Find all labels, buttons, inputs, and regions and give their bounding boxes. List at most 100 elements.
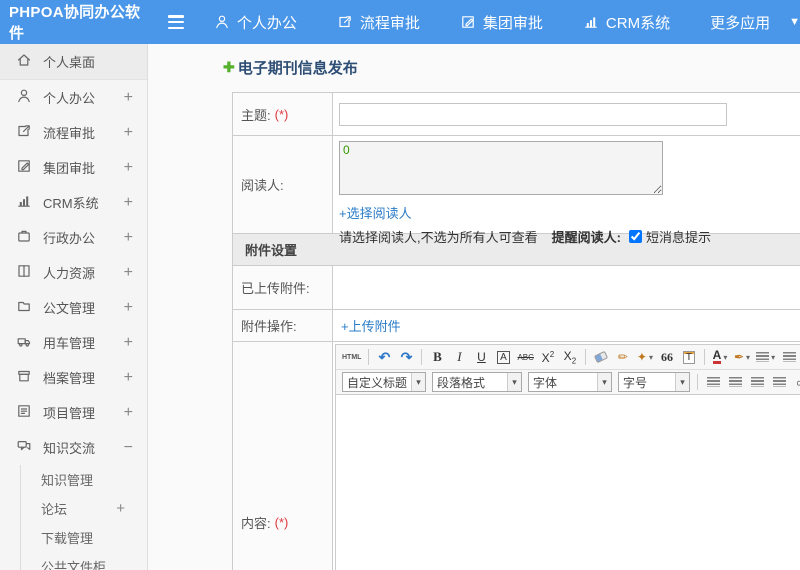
toolbar-superscript-button[interactable]: X2	[538, 347, 558, 368]
truck-icon	[16, 333, 32, 352]
expand-icon[interactable]: +	[124, 299, 133, 317]
expand-icon[interactable]: +	[124, 194, 133, 212]
toolbar-strikethrough-button[interactable]: ABC	[515, 347, 535, 368]
sidebar-subitem-15[interactable]: 下载管理	[21, 523, 147, 552]
sidebar-item-label: 公文管理	[43, 301, 96, 316]
toolbar-italic-button[interactable]: I	[449, 347, 469, 368]
readers-textarea[interactable]: 0	[339, 141, 663, 195]
sidebar-item-5[interactable]: CRM系统 +	[0, 185, 147, 220]
toolbar-bold-button[interactable]: B	[427, 347, 447, 368]
sidebar-item-7[interactable]: 人力资源 +	[0, 255, 147, 290]
toolbar-quick-format-button[interactable]: ✦ ▾	[635, 347, 655, 368]
font-family-select[interactable]: 字体 ▾	[528, 372, 612, 392]
sidebar-item-1[interactable]: 个人桌面	[0, 44, 147, 80]
toolbar-font-box-button[interactable]: A	[493, 347, 513, 368]
sidebar-item-11[interactable]: 项目管理 +	[0, 395, 147, 430]
briefcase-icon	[16, 228, 32, 247]
toolbar-undo-button[interactable]: ↶	[374, 347, 394, 368]
toolbar-unordered-list-button[interactable]	[779, 347, 799, 368]
readers-note: 请选择阅读人,不选为所有人可查看 提醒阅读人: 短消息提示	[339, 227, 800, 246]
readers-label: 阅读人:	[233, 136, 333, 233]
sidebar-subitem-16[interactable]: 公共文件柜	[21, 552, 147, 570]
uploaded-attachments-label: 已上传附件:	[233, 266, 333, 309]
sidebar-item-3[interactable]: 流程审批 +	[0, 115, 147, 150]
upload-attachment-link[interactable]: +上传附件	[341, 316, 401, 335]
select-label: 自定义标题	[347, 375, 408, 390]
publish-form: 主题: (*) 阅读人: 0 +选择阅读人 请选择阅读人,不选为所有人可查看 提…	[232, 92, 800, 570]
expand-icon[interactable]: +	[124, 159, 133, 177]
nav-item-2[interactable]: 流程审批	[337, 12, 420, 33]
sidebar-item-label: 行政办公	[43, 231, 96, 246]
toolbar-html-source-button[interactable]: HTML	[340, 347, 363, 368]
nav-item-3[interactable]: 集团审批	[460, 12, 543, 33]
sidebar: 个人桌面 个人办公 + 流程审批 + 集团审批 + CRM系统 + 行政办公 + 人力资源 + 公文管理 +…	[0, 44, 148, 570]
expand-icon[interactable]: +	[124, 89, 133, 107]
attachment-ops-label: 附件操作:	[233, 310, 333, 341]
readers-row: 阅读人: 0 +选择阅读人 请选择阅读人,不选为所有人可查看 提醒阅读人: 短消…	[233, 136, 800, 245]
sidebar-item-4[interactable]: 集团审批 +	[0, 150, 147, 185]
home-icon	[16, 52, 32, 71]
sidebar-subitem-label: 公共文件柜	[41, 560, 107, 570]
choose-readers-link[interactable]: +选择阅读人	[339, 203, 800, 222]
expand-icon[interactable]: +	[124, 334, 133, 352]
font-size-select[interactable]: 字号 ▾	[618, 372, 690, 392]
remind-readers-label: 提醒阅读人:	[551, 230, 621, 245]
toolbar-align-left-button[interactable]	[703, 372, 723, 393]
heading-select[interactable]: 自定义标题 ▾	[342, 372, 426, 392]
toolbar-highlight-pen-button[interactable]: ✒ ▾	[732, 347, 752, 368]
sidebar-item-6[interactable]: 行政办公 +	[0, 220, 147, 255]
toolbar-ordered-list-button[interactable]: ▾	[754, 347, 777, 368]
menu-toggle-icon[interactable]	[168, 15, 184, 29]
sidebar-item-10[interactable]: 档案管理 +	[0, 360, 147, 395]
sms-checkbox[interactable]	[628, 230, 642, 243]
sidebar-subitem-13[interactable]: 知识管理	[21, 465, 147, 494]
sidebar-item-2[interactable]: 个人办公 +	[0, 80, 147, 115]
editor-content-area[interactable]	[336, 395, 800, 570]
toolbar-redo-button[interactable]: ↷	[396, 347, 416, 368]
nav-item-5[interactable]: 更多应用 ▼	[710, 12, 800, 33]
toolbar-format-brush-button[interactable]: ✏	[613, 347, 633, 368]
expand-icon[interactable]: +	[124, 404, 133, 422]
sidebar-item-label: 人力资源	[43, 266, 96, 281]
toolbar-paste-text-button[interactable]: T	[679, 347, 699, 368]
toolbar-eraser-button[interactable]	[591, 347, 611, 368]
expand-icon[interactable]: +	[124, 264, 133, 282]
chevron-down-icon: ▾	[597, 373, 611, 391]
sidebar-item-8[interactable]: 公文管理 +	[0, 290, 147, 325]
toolbar-underline-button[interactable]: U	[471, 347, 491, 368]
expand-icon[interactable]: +	[124, 124, 133, 142]
app-logo: PHPOA协同办公软件	[9, 4, 141, 42]
toolbar-align-right-button[interactable]	[747, 372, 767, 393]
paragraph-select[interactable]: 段落格式 ▾	[432, 372, 522, 392]
required-mark: (*)	[274, 514, 289, 530]
sidebar-item-label: 档案管理	[43, 371, 96, 386]
subject-row: 主题: (*)	[233, 93, 800, 136]
toolbar-separator	[421, 349, 423, 365]
chart-icon	[16, 193, 32, 212]
toolbar-justify-button[interactable]	[769, 372, 789, 393]
subject-input[interactable]	[339, 102, 727, 126]
rich-text-editor: HTML ↶ ↷ B I U A ABC X2 X2 ✏ ✦ ▾ 66 T A ▾ ✒ ▾ ▾ 自定义标题 ▾ 段落格式 ▾…	[335, 344, 800, 570]
sidebar-item-12[interactable]: 知识交流 −	[0, 430, 147, 465]
doc-icon	[16, 298, 32, 317]
toolbar-align-center-button[interactable]	[725, 372, 745, 393]
toolbar-blockquote-button[interactable]: 66	[657, 347, 677, 368]
sidebar-item-label: 集团审批	[43, 161, 96, 176]
toolbar-link-button[interactable]: ∞	[791, 372, 800, 393]
sidebar-subgroup: 知识管理 论坛 + 下载管理公共文件柜	[20, 465, 147, 570]
uploaded-attachments-row: 已上传附件:	[233, 266, 800, 310]
collapse-icon[interactable]: −	[124, 439, 133, 457]
sidebar-item-label: 个人办公	[43, 91, 96, 106]
toolbar-font-color-button[interactable]: A ▾	[710, 347, 730, 368]
expand-icon[interactable]: +	[124, 229, 133, 247]
expand-icon[interactable]: +	[124, 369, 133, 387]
sidebar-item-label: 流程审批	[43, 126, 96, 141]
nav-item-1[interactable]: 个人办公	[214, 12, 297, 33]
add-icon: ✚	[223, 59, 235, 75]
nav-item-4[interactable]: CRM系统	[583, 12, 670, 33]
sidebar-item-9[interactable]: 用车管理 +	[0, 325, 147, 360]
toolbar-subscript-button[interactable]: X2	[560, 347, 580, 368]
expand-icon[interactable]: +	[116, 500, 125, 517]
sidebar-subitem-14[interactable]: 论坛 +	[21, 494, 147, 523]
chevron-down-icon: ▾	[507, 373, 521, 391]
